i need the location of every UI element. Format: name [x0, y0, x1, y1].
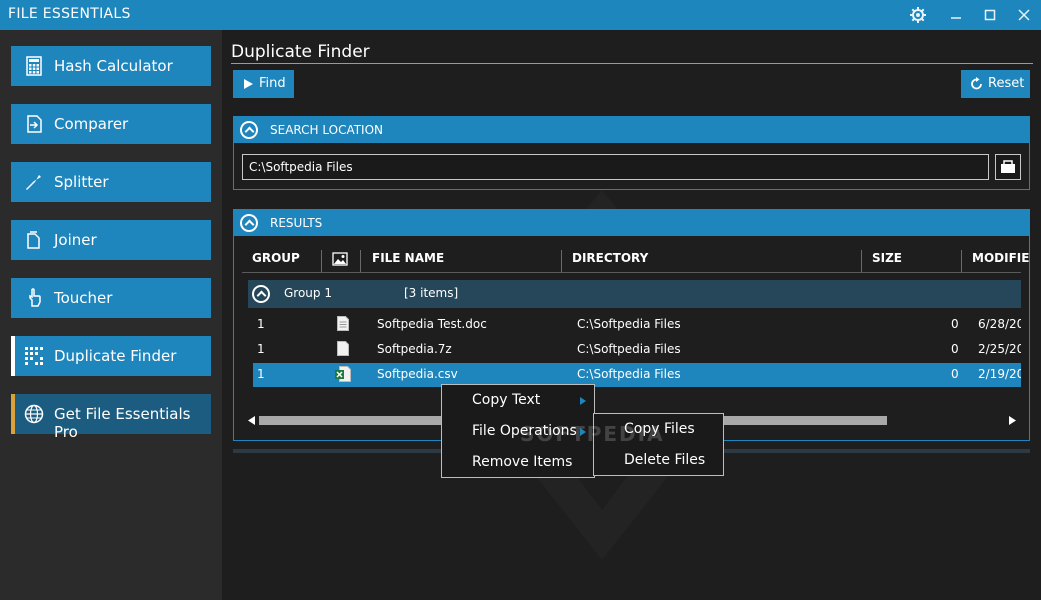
split-icon — [24, 172, 44, 192]
column-separator[interactable] — [861, 250, 862, 272]
sidebar-item-splitter[interactable]: Splitter — [11, 162, 211, 202]
collapse-icon[interactable] — [240, 121, 258, 139]
results-panel: RESULTS GROUP FILE NAME DIRECTORY SIZE M… — [233, 209, 1030, 441]
column-header-file-name[interactable]: FILE NAME — [372, 251, 444, 273]
main-panel: Duplicate Finder Find Reset SEARCH LOCAT… — [222, 30, 1041, 600]
column-header-directory[interactable]: DIRECTORY — [572, 251, 648, 273]
cell-group: 1 — [257, 342, 265, 356]
reset-button[interactable]: Reset — [961, 70, 1030, 98]
group-count: [3 items] — [404, 286, 459, 300]
cell-size: 0 — [951, 367, 959, 381]
title-divider — [231, 63, 1033, 64]
page-title: Duplicate Finder — [231, 42, 370, 62]
sidebar-item-joiner[interactable]: Joiner — [11, 220, 211, 260]
image-column-icon[interactable] — [332, 252, 348, 274]
minimize-icon[interactable] — [945, 4, 967, 26]
menu-item-label: Delete Files — [624, 452, 706, 468]
sidebar-item-toucher[interactable]: Toucher — [11, 278, 211, 318]
grid-icon — [24, 346, 44, 366]
sidebar-item-label: Comparer — [54, 115, 129, 133]
sidebar: Hash Calculator Comparer Splitter Joiner… — [0, 30, 222, 600]
cell-modified: 2/25/201 — [978, 342, 1021, 356]
refresh-icon — [971, 77, 982, 90]
column-header-modified[interactable]: MODIFIE — [972, 251, 1029, 273]
play-icon — [244, 79, 253, 89]
cell-size: 0 — [951, 317, 959, 331]
cell-directory: C:\Softpedia Files — [577, 317, 681, 331]
app-title: FILE ESSENTIALS — [8, 6, 131, 22]
join-icon — [24, 230, 44, 250]
sidebar-item-get-pro[interactable]: Get File Essentials Pro — [11, 394, 211, 441]
sidebar-item-label: Splitter — [54, 173, 109, 191]
column-header-size[interactable]: SIZE — [872, 251, 902, 273]
sidebar-item-label: Joiner — [54, 231, 97, 249]
sidebar-item-label: Hash Calculator — [54, 57, 173, 75]
panel-title: SEARCH LOCATION — [270, 123, 384, 137]
gear-icon[interactable] — [907, 4, 929, 26]
column-separator[interactable] — [961, 250, 962, 272]
table-row[interactable]: 1 Softpedia Test.doc C:\Softpedia Files … — [253, 313, 1021, 337]
cell-group: 1 — [257, 367, 265, 381]
results-header[interactable]: RESULTS — [234, 210, 1029, 236]
search-path-input[interactable] — [242, 154, 989, 180]
reset-label: Reset — [988, 76, 1025, 91]
sidebar-item-label: Duplicate Finder — [54, 347, 177, 365]
scroll-right-icon[interactable] — [1008, 416, 1016, 425]
maximize-icon[interactable] — [979, 4, 1001, 26]
menu-item-delete-files[interactable]: Delete Files — [594, 446, 723, 476]
search-location-header[interactable]: SEARCH LOCATION — [234, 117, 1029, 143]
scroll-left-icon[interactable] — [248, 416, 256, 425]
header-divider — [242, 272, 1021, 273]
compare-icon — [24, 114, 44, 134]
table-row[interactable]: 1 Softpedia.7z C:\Softpedia Files 0 2/25… — [253, 338, 1021, 362]
cell-size: 0 — [951, 342, 959, 356]
find-label: Find — [259, 76, 286, 91]
watermark: SOFTPEDIA — [520, 422, 665, 446]
cell-directory: C:\Softpedia Files — [577, 342, 681, 356]
panel-title: RESULTS — [270, 216, 323, 230]
column-separator[interactable] — [321, 250, 322, 272]
cell-file-name: Softpedia Test.doc — [377, 317, 487, 331]
document-icon — [337, 316, 349, 334]
table-row-selected[interactable]: 1 Softpedia.csv C:\Softpedia Files 0 2/1… — [253, 363, 1021, 387]
cell-file-name: Softpedia.7z — [377, 342, 452, 356]
submenu-arrow-icon — [580, 397, 586, 405]
excel-icon — [335, 366, 351, 385]
calculator-icon — [24, 56, 44, 76]
find-button[interactable]: Find — [233, 70, 294, 98]
column-separator[interactable] — [360, 250, 361, 272]
cell-modified: 2/19/201 — [978, 367, 1021, 381]
cell-group: 1 — [257, 317, 265, 331]
group-row[interactable]: Group 1 [3 items] — [248, 280, 1021, 308]
menu-item-label: Remove Items — [472, 454, 573, 470]
cell-directory: C:\Softpedia Files — [577, 367, 681, 381]
search-location-panel: SEARCH LOCATION — [233, 116, 1030, 190]
menu-item-label: Copy Text — [472, 392, 541, 408]
cell-modified: 6/28/201 — [978, 317, 1021, 331]
file-icon — [337, 341, 349, 359]
title-bar: FILE ESSENTIALS — [0, 0, 1041, 30]
touch-icon — [24, 288, 44, 308]
menu-item-copy-text[interactable]: Copy Text — [442, 386, 594, 416]
sidebar-item-comparer[interactable]: Comparer — [11, 104, 211, 144]
column-header-group[interactable]: GROUP — [252, 251, 300, 273]
column-separator[interactable] — [561, 250, 562, 272]
sidebar-item-duplicate-finder[interactable]: Duplicate Finder — [11, 336, 211, 376]
sidebar-item-label: Get File Essentials Pro — [54, 405, 191, 441]
collapse-icon[interactable] — [240, 214, 258, 232]
close-icon[interactable] — [1013, 4, 1035, 26]
sidebar-item-label: Toucher — [54, 289, 113, 307]
folder-icon — [1001, 160, 1015, 173]
group-name: Group 1 — [284, 286, 332, 300]
globe-icon — [24, 404, 44, 424]
cell-file-name: Softpedia.csv — [377, 367, 458, 381]
sidebar-item-hash-calculator[interactable]: Hash Calculator — [11, 46, 211, 86]
menu-item-remove-items[interactable]: Remove Items — [442, 448, 594, 478]
collapse-group-icon[interactable] — [252, 285, 270, 303]
browse-button[interactable] — [995, 154, 1021, 180]
